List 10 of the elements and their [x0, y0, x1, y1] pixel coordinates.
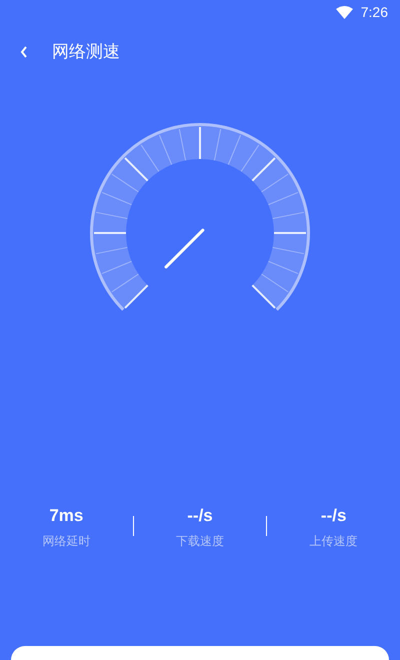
stat-label: 上传速度 — [310, 532, 358, 548]
stat-label: 网络延时 — [42, 532, 90, 548]
wifi-icon — [336, 6, 353, 18]
stat-label: 下载速度 — [176, 532, 224, 548]
stat-value: --/s — [187, 505, 213, 527]
stat-value: 7ms — [49, 505, 84, 527]
stat-value: --/s — [320, 505, 346, 527]
status-time: 7:26 — [360, 3, 388, 22]
page-title: 网络测速 — [52, 41, 120, 64]
chevron-left-icon — [19, 45, 29, 59]
